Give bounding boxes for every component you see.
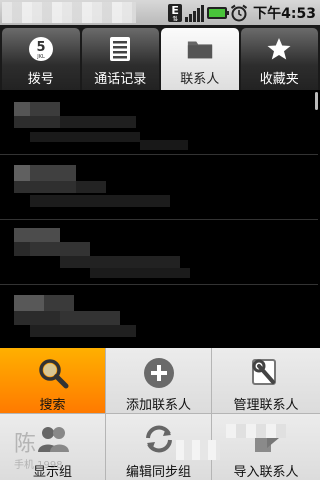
- status-bar: E 下午4:53: [0, 0, 320, 25]
- pixelated-block: [30, 102, 60, 116]
- add-icon: [141, 355, 177, 390]
- privacy-blur: [176, 440, 220, 460]
- tab-label: 联系人: [180, 72, 220, 87]
- pixelated-block: [60, 256, 180, 268]
- pixelated-block: [44, 295, 74, 311]
- tab-label: 拨号: [27, 72, 54, 87]
- pixelated-block: [90, 268, 190, 278]
- pixelated-name: [14, 228, 60, 242]
- dialpad-digit: 5: [36, 40, 45, 55]
- pixelated-name: [14, 102, 30, 116]
- menu-item-add-contact[interactable]: 添加联系人: [106, 348, 212, 414]
- contact-list[interactable]: [0, 90, 320, 348]
- pixelated-name: [14, 295, 44, 311]
- pixelated-block: [76, 181, 106, 193]
- ghost-contact-number: 手机 1998: [14, 460, 63, 471]
- tab-contacts[interactable]: 联系人: [161, 28, 239, 90]
- menu-item-manage-contacts[interactable]: 管理联系人: [212, 348, 320, 414]
- pixelated-block: [14, 181, 76, 193]
- pixelated-block: [30, 132, 140, 142]
- status-icons: E 下午4:53: [168, 2, 316, 23]
- privacy-blur: [226, 424, 286, 438]
- alarm-icon: [231, 4, 248, 21]
- tab-dialer[interactable]: 5 JKL 拨号: [2, 28, 80, 90]
- menu-item-label: 管理联系人: [233, 398, 299, 413]
- list-item[interactable]: [0, 155, 320, 219]
- pixelated-block: [14, 311, 60, 325]
- tab-bar: 5 JKL 拨号 通话记录 联系人 收藏夹: [0, 25, 320, 90]
- call-log-icon: [106, 35, 134, 63]
- edge-network-icon: E: [168, 3, 183, 23]
- sync-icon: [141, 421, 177, 457]
- menu-item-search[interactable]: 搜索: [0, 348, 106, 414]
- pixelated-block: [14, 242, 30, 256]
- star-icon: [265, 35, 293, 63]
- pixelated-block: [30, 165, 76, 181]
- group-icon: [35, 421, 71, 457]
- list-item[interactable]: [0, 285, 320, 348]
- pixelated-block: [140, 140, 188, 150]
- tab-favorites[interactable]: 收藏夹: [240, 28, 318, 90]
- tab-call-log[interactable]: 通话记录: [81, 28, 159, 90]
- ghost-contact-initial: 陈: [14, 432, 37, 457]
- scrollbar[interactable]: [315, 92, 318, 110]
- pixelated-block: [60, 311, 120, 325]
- search-icon: [35, 355, 71, 390]
- signal-icon: [185, 4, 205, 22]
- menu-item-label: 搜索: [39, 398, 66, 413]
- list-item[interactable]: [0, 220, 320, 284]
- list-item[interactable]: [0, 90, 320, 154]
- pixelated-block: [30, 242, 90, 256]
- battery-icon: [207, 6, 230, 19]
- pixelated-block: [30, 195, 170, 207]
- dialpad-icon: 5 JKL: [27, 35, 55, 63]
- tab-label: 通话记录: [94, 72, 147, 87]
- clock: 下午4:53: [253, 5, 316, 22]
- contacts-folder-icon: [186, 35, 214, 63]
- pixelated-block: [30, 325, 136, 337]
- notification-area-obscured: [2, 2, 136, 23]
- manage-icon: [248, 355, 284, 390]
- pixelated-block: [60, 116, 136, 128]
- menu-item-label: 导入联系人: [233, 465, 299, 480]
- tab-label: 收藏夹: [259, 72, 299, 87]
- dialpad-letters: JKL: [36, 54, 45, 60]
- menu-item-label: 编辑同步组: [125, 465, 191, 480]
- menu-item-label: 添加联系人: [125, 398, 191, 413]
- options-menu: 搜索 添加联系人 管理联系人 显示组 编辑同步组 导入联系人 陈 手机 1998: [0, 348, 320, 480]
- pixelated-name: [14, 165, 30, 181]
- pixelated-block: [14, 116, 60, 128]
